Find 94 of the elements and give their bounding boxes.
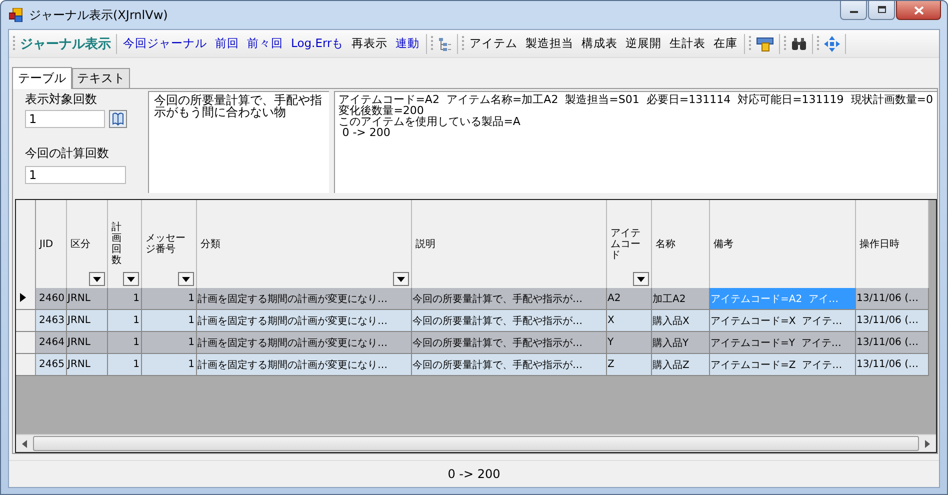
column-header[interactable]: 説明 [411, 200, 606, 288]
table-cell: 計画を固定する期間の計画が変更になり… [196, 288, 411, 310]
table-cell: 1 [107, 354, 141, 376]
column-header[interactable]: JID [35, 200, 66, 288]
filter-dropdown-icon[interactable] [88, 272, 104, 286]
status-text: 0 -> 200 [448, 467, 500, 481]
close-button[interactable] [896, 1, 941, 20]
detail-line: アイテムコード=A2 アイテム名称=加工A2 製造担当=S01 必要日=131114 対応可能日=131119 現状計画数量=0 [338, 94, 933, 105]
input-field[interactable]: 1 [25, 110, 105, 128]
column-header[interactable]: 区分 [66, 200, 107, 288]
maximize-button[interactable] [868, 1, 895, 20]
toolbar-button[interactable]: 製造担当 [522, 34, 578, 53]
column-header[interactable]: 備考 [709, 200, 855, 288]
column-header[interactable]: 計画回数 [107, 200, 141, 288]
toolbar-title: ジャーナル表示 [19, 36, 112, 52]
toolbar-button[interactable]: 逆展開 [622, 34, 666, 53]
column-header[interactable]: 操作日時 [855, 200, 928, 288]
tab[interactable]: テーブル [12, 67, 72, 89]
horizontal-scrollbar[interactable] [16, 434, 936, 452]
table-cell: 13/11/06 (… [855, 310, 928, 332]
maximize-icon [876, 6, 886, 14]
table-cell: 2464 [35, 332, 66, 354]
table-cell: JRNL [66, 354, 107, 376]
table-cell: 購入品X [651, 310, 709, 332]
table-cell: 1 [141, 354, 196, 376]
column-header[interactable]: 名称 [651, 200, 709, 288]
app-icon [9, 8, 23, 22]
table-cell: 1 [141, 288, 196, 310]
table-cell: 13/11/06 (… [855, 332, 928, 354]
detail-line: このアイテムを使用している製品=A [338, 116, 522, 127]
table-cell: 今回の所要量計算で、手配や指示が… [411, 332, 606, 354]
field-label: 今回の計算回数 [25, 145, 110, 162]
column-header[interactable]: 分類 [196, 200, 411, 288]
table-cell: アイテムコード=Z アイテ… [709, 354, 855, 376]
table-cell: 1 [141, 310, 196, 332]
toolbar-button[interactable]: 今回ジャーナル [119, 34, 211, 53]
table-cell: 今回の所要量計算で、手配や指示が… [411, 354, 606, 376]
table-cell: 購入品Z [651, 354, 709, 376]
table-cell: 今回の所要量計算で、手配や指示が… [411, 310, 606, 332]
tab[interactable]: テキスト [72, 68, 130, 88]
current-row-icon [20, 292, 26, 302]
message-text: 今回の所要量計算で、手配や指示がもう間に合わない物 [154, 94, 324, 118]
filter-dropdown-icon[interactable] [632, 272, 648, 286]
table-cell: JRNL [66, 332, 107, 354]
toolbar-button[interactable]: 在庫 [710, 34, 742, 53]
minimize-button[interactable] [840, 1, 867, 20]
column-header[interactable]: メッセージ番号 [141, 200, 196, 288]
table-cell: アイテムコード=Y アイテ… [709, 332, 855, 354]
toolbar-button[interactable]: 生計表 [666, 34, 710, 53]
table-cell: 13/11/06 (… [855, 288, 928, 310]
toolbar-button[interactable]: アイテム [466, 34, 522, 53]
table-cell: 1 [141, 332, 196, 354]
input-field[interactable]: 1 [25, 166, 126, 184]
scrollbar-thumb[interactable] [33, 436, 919, 451]
toolbar-button[interactable]: 構成表 [578, 34, 622, 53]
column-header[interactable]: アイテムコード [606, 200, 651, 288]
table-cell: 今回の所要量計算で、手配や指示が… [411, 288, 606, 310]
toolbar-button[interactable]: 前々回 [243, 34, 287, 53]
close-icon [914, 6, 924, 14]
table-cell: Z [606, 354, 651, 376]
table-cell: JRNL [66, 310, 107, 332]
table-cell: 2463 [35, 310, 66, 332]
filter-dropdown-icon[interactable] [122, 272, 138, 286]
filter-dropdown-icon[interactable] [392, 272, 408, 286]
right-arrow-icon[interactable] [925, 440, 930, 448]
detail-line: 0 -> 200 [341, 127, 390, 138]
table-cell: JRNL [66, 288, 107, 310]
table-cell: A2 [606, 288, 651, 310]
filter-dropdown-icon[interactable] [178, 272, 194, 286]
toolbar-button[interactable]: 再表示 [348, 34, 392, 53]
table-cell: 1 [107, 332, 141, 354]
table-cell: 1 [107, 310, 141, 332]
table-cell: 13/11/06 (… [855, 354, 928, 376]
table-cell: 計画を固定する期間の計画が変更になり… [196, 310, 411, 332]
table-cell: Y [606, 332, 651, 354]
field-label: 表示対象回数 [25, 91, 98, 108]
table-cell: 計画を固定する期間の計画が変更になり… [196, 354, 411, 376]
book-button[interactable] [109, 110, 127, 128]
table-cell: アイテムコード=A2 アイ… [709, 288, 855, 310]
table-cell: 加工A2 [651, 288, 709, 310]
left-arrow-icon[interactable] [22, 440, 27, 448]
toolbar-button[interactable]: 前回 [211, 34, 243, 53]
toolbar-button[interactable]: Log.Errも [287, 34, 348, 53]
window-title: ジャーナル表示(XJrnlVw) [29, 6, 168, 24]
table-cell: X [606, 310, 651, 332]
table-cell: アイテムコード=X アイテ… [709, 310, 855, 332]
table-cell: 2465 [35, 354, 66, 376]
detail-line: 変化後数量=200 [338, 105, 424, 116]
table-cell: 購入品Y [651, 332, 709, 354]
row-header[interactable] [16, 288, 35, 310]
table-cell: 2460 [35, 288, 66, 310]
toolbar-button[interactable]: 連動 [392, 34, 424, 53]
table-cell: 計画を固定する期間の計画が変更になり… [196, 332, 411, 354]
table-cell: 1 [107, 288, 141, 310]
